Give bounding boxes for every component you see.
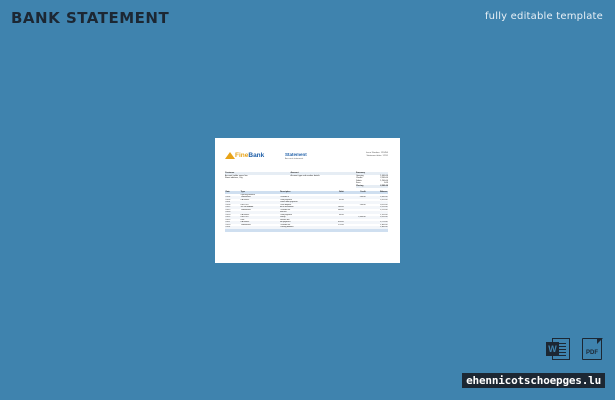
- logo-icon: [225, 152, 235, 159]
- statement-header: FineBank Statement Account statement Iss…: [225, 152, 388, 168]
- summary-row-total: Closing 2,300.00: [356, 184, 388, 188]
- table-cell: [225, 228, 241, 232]
- table-cell: [344, 228, 367, 232]
- statement-heading-block: Statement Account statement: [285, 152, 348, 160]
- statement-subheading: Account statement: [285, 158, 304, 160]
- logo-text: FineBank: [235, 152, 264, 159]
- site-watermark: ehennicotschoepges.lu: [462, 373, 605, 388]
- info-customer: Customer Account holder name line Street…: [225, 172, 291, 188]
- transactions-table: Date Type Description Debit Credit Balan…: [225, 190, 388, 232]
- format-icons: W PDF: [546, 337, 603, 360]
- info-line: Street address, City: [225, 177, 243, 180]
- logo-part1: Fine: [235, 152, 249, 159]
- table-cell: [240, 228, 280, 232]
- statement-heading: Statement: [285, 152, 307, 157]
- pdf-label: PDF: [586, 350, 598, 356]
- statement-info: Customer Account holder name line Street…: [225, 172, 388, 188]
- info-account: Account Account type and number details: [290, 172, 356, 188]
- table-cell: [279, 228, 327, 232]
- info-summary: Summary Opening 1,000.00 Credits 2,500.00 …: [356, 172, 388, 188]
- logo-part2: Bank: [248, 152, 265, 159]
- meta-line: Statement date: 12/31: [366, 155, 388, 157]
- info-line: Account type and number details: [290, 174, 320, 177]
- transactions-body: Opening balance 01/02 TRANSFER Transfer in 5…: [225, 194, 388, 232]
- bank-logo: FineBank: [225, 152, 285, 159]
- table-cell: [366, 228, 388, 232]
- page-subtitle: fully editable template: [484, 11, 603, 22]
- table-cell: [326, 228, 345, 232]
- summary-value: 2,300.00: [380, 184, 388, 187]
- pdf-file-icon[interactable]: PDF: [582, 337, 603, 360]
- summary-label: Closing: [356, 184, 364, 187]
- word-badge: W: [546, 342, 559, 356]
- page-title: BANK STATEMENT: [11, 9, 170, 27]
- statement-preview: FineBank Statement Account statement Iss…: [215, 138, 400, 263]
- table-footer-row: [225, 228, 388, 232]
- word-file-icon[interactable]: W: [546, 338, 572, 360]
- statement-meta: Issue Number: 123456 Statement date: 12/…: [348, 152, 388, 158]
